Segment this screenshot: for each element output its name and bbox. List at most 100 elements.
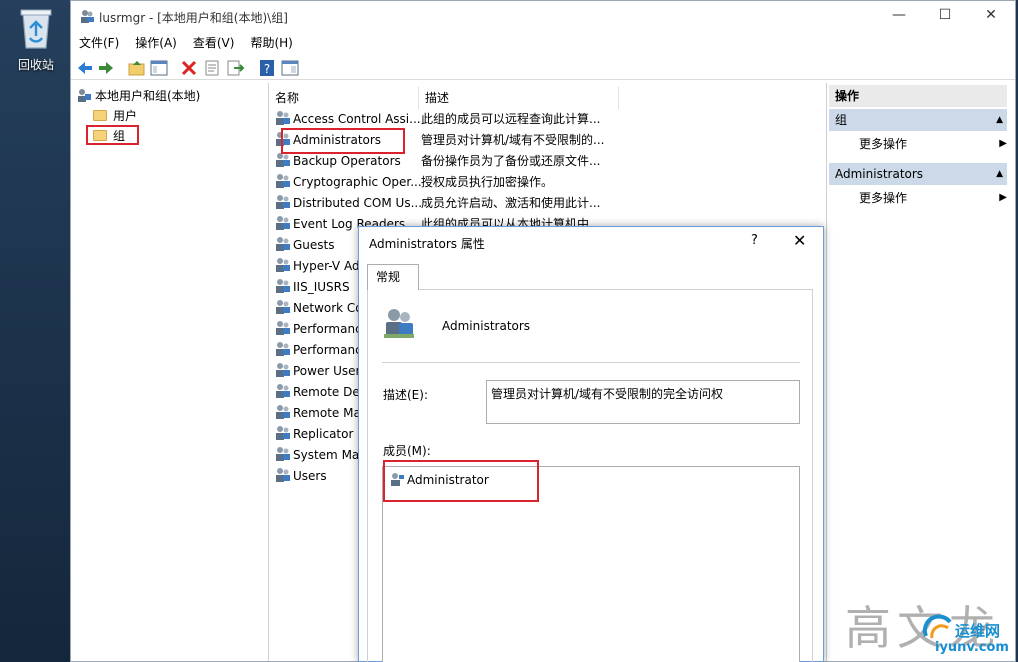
- actions-section-title: 组: [835, 113, 848, 127]
- group-icon: [276, 237, 290, 251]
- group-description-cell: 此组的成员可以远程查询此计算...: [421, 112, 601, 126]
- actions-section-administrators[interactable]: Administrators ▲: [829, 163, 1007, 185]
- menu-view[interactable]: 查看(V): [185, 33, 243, 53]
- group-icon: [276, 405, 290, 419]
- recycle-bin-icon: [19, 6, 53, 50]
- group-name-cell: Cryptographic Oper...: [293, 175, 421, 189]
- users-app-icon: [81, 10, 94, 23]
- dialog-help-button[interactable]: ?: [751, 233, 758, 248]
- group-icon: [276, 132, 290, 146]
- menu-help[interactable]: 帮助(H): [242, 33, 300, 53]
- group-icon: [276, 216, 290, 230]
- group-description-cell: 成员允许启动、激活和使用此计...: [421, 196, 601, 210]
- table-row[interactable]: Access Control Assi...此组的成员可以远程查询此计算...: [275, 109, 611, 130]
- actions-pane: 操作 组 ▲ 更多操作 ▶ Administrators ▲ 更多操作 ▶: [826, 83, 1016, 661]
- group-icon: [276, 279, 290, 293]
- svg-text:?: ?: [264, 62, 270, 76]
- help-icon[interactable]: ?: [257, 58, 277, 78]
- more-actions-label: 更多操作: [859, 191, 908, 205]
- group-name-cell: Access Control Assi...: [293, 112, 421, 126]
- tree-root[interactable]: 本地用户和组(本地): [77, 87, 200, 105]
- group-icon: [276, 426, 290, 440]
- members-label: 成员(M):: [383, 444, 431, 458]
- table-row[interactable]: Backup Operators 备份操作员为了备份或还原文件...: [275, 151, 611, 172]
- group-icon: [276, 468, 290, 482]
- dialog-title: Administrators 属性: [369, 237, 485, 251]
- member-name: Administrator: [407, 473, 489, 487]
- group-icon: [276, 153, 290, 167]
- up-folder-icon[interactable]: [127, 58, 147, 78]
- group-icon: [276, 111, 290, 125]
- collapse-icon[interactable]: ▲: [996, 109, 1003, 131]
- member-item[interactable]: Administrator: [389, 471, 489, 487]
- action-pane-icon[interactable]: [280, 58, 300, 78]
- title-bar[interactable]: lusrmgr - [本地用户和组(本地)\组] — ☐ ✕: [71, 1, 1015, 31]
- menu-bar: 文件(F) 操作(A) 查看(V) 帮助(H): [71, 33, 301, 53]
- group-icon: [276, 342, 290, 356]
- actions-header: 操作: [829, 85, 1007, 107]
- group-description-cell: 管理员对计算机/域有不受限制的...: [421, 133, 605, 147]
- tree-item-label: 用户: [113, 109, 138, 123]
- group-name-cell: Distributed COM Us...: [293, 196, 421, 210]
- group-icon: [276, 384, 290, 398]
- more-actions-item[interactable]: 更多操作 ▶: [859, 188, 1007, 208]
- group-name: Administrators: [442, 319, 531, 333]
- group-name-cell: Backup Operators: [293, 154, 401, 168]
- table-row[interactable]: Distributed COM Us...成员允许启动、激活和使用此计...: [275, 193, 611, 214]
- divider: [382, 362, 800, 363]
- dialog-close-button[interactable]: ✕: [793, 231, 806, 250]
- group-icon: [276, 300, 290, 314]
- recycle-bin-label: 回收站: [17, 58, 54, 72]
- back-icon[interactable]: [75, 58, 95, 78]
- folder-icon: [93, 110, 107, 121]
- tree-root-label: 本地用户和组(本地): [95, 89, 201, 103]
- tree-item-label: 组: [113, 129, 126, 143]
- watermark-site: iyunv.com: [935, 640, 1009, 655]
- group-icon: [276, 363, 290, 377]
- menu-action[interactable]: 操作(A): [127, 33, 185, 53]
- desktop: 回收站: [0, 0, 70, 662]
- column-name[interactable]: 名称: [269, 87, 419, 109]
- table-row[interactable]: Administrators 管理员对计算机/域有不受限制的...: [275, 130, 611, 151]
- watermark-logo-icon: [922, 614, 952, 639]
- list-header: 名称 描述: [269, 87, 629, 109]
- delete-icon[interactable]: [179, 58, 199, 78]
- group-icon: [276, 195, 290, 209]
- menu-file[interactable]: 文件(F): [71, 33, 127, 53]
- maximize-button[interactable]: ☐: [922, 1, 968, 31]
- column-description[interactable]: 描述: [419, 87, 619, 109]
- description-value: 管理员对计算机/域有不受限制的完全访问权: [491, 387, 724, 401]
- folder-icon: [93, 130, 107, 141]
- tab-general[interactable]: 常规: [367, 264, 419, 290]
- description-field[interactable]: 管理员对计算机/域有不受限制的完全访问权: [486, 380, 800, 424]
- minimize-button[interactable]: —: [876, 1, 922, 31]
- user-icon: [391, 473, 404, 486]
- group-icon: [276, 321, 290, 335]
- members-list[interactable]: Administrator: [382, 466, 800, 662]
- group-icon: [276, 258, 290, 272]
- show-hide-tree-icon[interactable]: [149, 58, 169, 78]
- properties-icon[interactable]: [202, 58, 222, 78]
- description-label: 描述(E):: [383, 388, 428, 402]
- close-button[interactable]: ✕: [968, 1, 1014, 31]
- window-title: lusrmgr - [本地用户和组(本地)\组]: [99, 11, 288, 25]
- group-icon: [384, 309, 414, 338]
- collapse-icon[interactable]: ▲: [996, 163, 1003, 185]
- more-actions-label: 更多操作: [859, 137, 908, 151]
- tree-item-users[interactable]: 用户: [93, 107, 137, 125]
- export-list-icon[interactable]: [225, 58, 245, 78]
- tree-item-groups[interactable]: 组: [93, 127, 125, 145]
- actions-section-title: Administrators: [835, 167, 924, 181]
- forward-icon[interactable]: [96, 58, 116, 78]
- more-actions-item[interactable]: 更多操作 ▶: [859, 134, 1007, 154]
- group-description-cell: 授权成员执行加密操作。: [421, 175, 554, 189]
- group-icon: [276, 447, 290, 461]
- users-groups-icon: [78, 89, 91, 102]
- toolbar: ?: [71, 56, 1015, 80]
- table-row[interactable]: Cryptographic Oper...授权成员执行加密操作。: [275, 172, 611, 193]
- actions-section-groups[interactable]: 组 ▲: [829, 109, 1007, 131]
- group-description-cell: 备份操作员为了备份或还原文件...: [421, 154, 601, 168]
- properties-dialog: Administrators 属性 ? ✕ 常规 Administrators …: [358, 226, 824, 662]
- recycle-bin[interactable]: 回收站: [8, 6, 64, 73]
- submenu-arrow-icon: ▶: [999, 192, 1007, 203]
